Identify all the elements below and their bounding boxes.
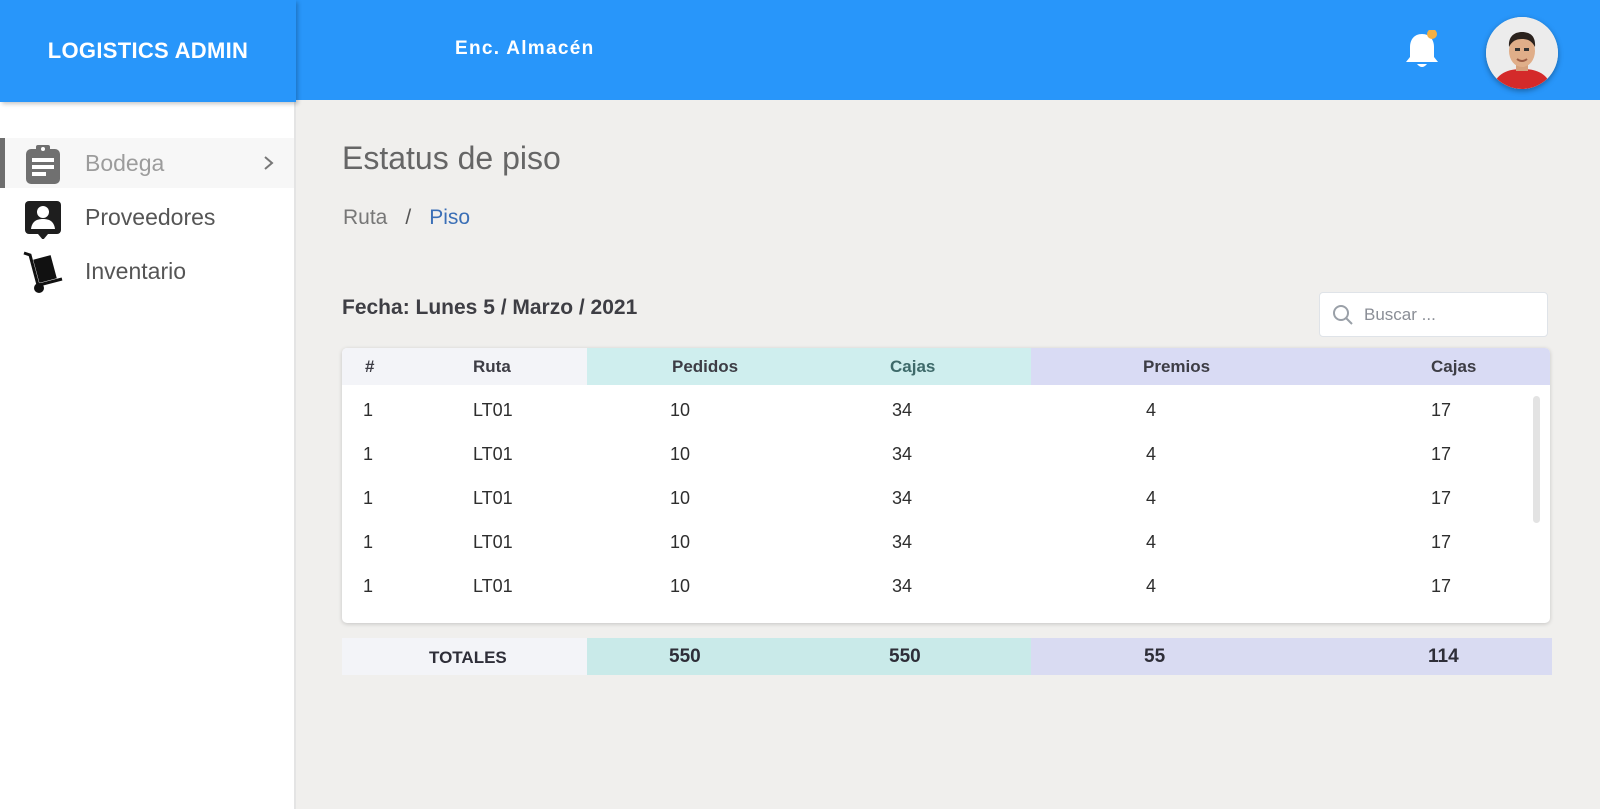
cell-premios: 4 [1146, 532, 1157, 552]
cell-pedidos: 10 [670, 488, 691, 508]
cell-cajas-pedidos: 34 [892, 488, 913, 508]
cell-ruta: LT01 [473, 576, 513, 596]
total-premios: 55 [1144, 646, 1166, 667]
breadcrumb-ruta[interactable]: Ruta [343, 206, 387, 230]
column-header-cajas-pedidos[interactable]: Cajas [890, 357, 935, 377]
cell-ruta: LT01 [473, 488, 513, 508]
hand-truck-icon [22, 251, 64, 293]
cell-cajas-pedidos: 34 [892, 576, 913, 596]
table-row[interactable]: 1 LT01 10 34 4 17 [342, 434, 1522, 478]
cell-cajas-pedidos: 34 [892, 444, 913, 464]
table-row[interactable]: 1 LT01 10 34 4 17 [342, 478, 1522, 522]
cell-cajas-premios: 17 [1431, 488, 1452, 508]
cell-number: 1 [363, 532, 374, 552]
cell-cajas-premios: 17 [1431, 444, 1452, 464]
table-row[interactable]: 1 LT01 10 34 4 17 [342, 390, 1522, 434]
cell-cajas-pedidos: 34 [892, 532, 913, 552]
cell-number: 1 [363, 488, 374, 508]
sidebar-item-label: Bodega [85, 149, 165, 176]
sidebar-item-bodega[interactable]: Bodega [0, 138, 294, 188]
sidebar-item-proveedores[interactable]: Proveedores [0, 192, 294, 242]
cell-cajas-premios: 17 [1431, 400, 1452, 420]
search-box [1319, 292, 1548, 337]
column-header-pedidos[interactable]: Pedidos [672, 357, 738, 377]
cell-pedidos: 10 [670, 400, 691, 420]
user-role-label: Enc. Almacén [455, 38, 595, 59]
cell-ruta: LT01 [473, 532, 513, 552]
search-icon [1332, 304, 1354, 326]
total-cajas-pedidos: 550 [889, 646, 921, 667]
brand-logo[interactable]: LOGISTICS ADMIN [0, 0, 296, 102]
cell-pedidos: 10 [670, 444, 691, 464]
totals-label: TOTALES [429, 648, 507, 667]
total-cajas-premios: 114 [1428, 646, 1459, 667]
search-input[interactable] [1364, 301, 1542, 329]
cell-premios: 4 [1146, 444, 1157, 464]
sidebar-item-label: Proveedores [85, 203, 216, 230]
data-table: # Ruta Pedidos Cajas Premios Cajas 1 LT0… [342, 348, 1550, 623]
cell-cajas-premios: 17 [1431, 576, 1452, 596]
cell-ruta: LT01 [473, 400, 513, 420]
column-header-premios[interactable]: Premios [1143, 357, 1210, 377]
cell-premios: 4 [1146, 400, 1157, 420]
cell-premios: 4 [1146, 576, 1157, 596]
page-title: Estatus de piso [342, 140, 561, 176]
cell-number: 1 [363, 576, 374, 596]
cell-ruta: LT01 [473, 444, 513, 464]
bell-icon[interactable] [1402, 29, 1442, 72]
table-header: # Ruta Pedidos Cajas Premios Cajas [342, 348, 1550, 385]
column-header-number[interactable]: # [365, 357, 374, 377]
column-header-cajas-premios[interactable]: Cajas [1431, 357, 1476, 377]
breadcrumb: Ruta / Piso [343, 206, 470, 230]
cell-premios: 4 [1146, 488, 1157, 508]
cell-pedidos: 10 [670, 576, 691, 596]
sidebar-item-label: Inventario [85, 257, 187, 284]
cell-number: 1 [363, 444, 374, 464]
sidebar: Bodega Proveedores Inventario [0, 0, 296, 809]
cell-number: 1 [363, 400, 374, 420]
table-scrollbar[interactable] [1533, 396, 1540, 523]
chevron-right-icon [262, 153, 276, 173]
contact-card-icon [22, 197, 64, 240]
avatar[interactable] [1486, 17, 1558, 89]
cell-pedidos: 10 [670, 532, 691, 552]
breadcrumb-piso[interactable]: Piso [429, 206, 470, 230]
clipboard-icon [22, 143, 64, 185]
table-row[interactable]: 1 LT01 10 34 4 17 [342, 566, 1522, 610]
totals-row: TOTALES 550 550 55 114 [342, 638, 1552, 675]
total-pedidos: 550 [669, 646, 701, 667]
table-row[interactable]: 1 LT01 10 34 4 17 [342, 522, 1522, 566]
date-label: Fecha: Lunes 5 / Marzo / 2021 [342, 296, 638, 319]
cell-cajas-premios: 17 [1431, 532, 1452, 552]
cell-cajas-pedidos: 34 [892, 400, 913, 420]
sidebar-item-inventario[interactable]: Inventario [0, 246, 294, 296]
column-header-ruta[interactable]: Ruta [473, 357, 511, 377]
breadcrumb-separator: / [405, 206, 412, 229]
